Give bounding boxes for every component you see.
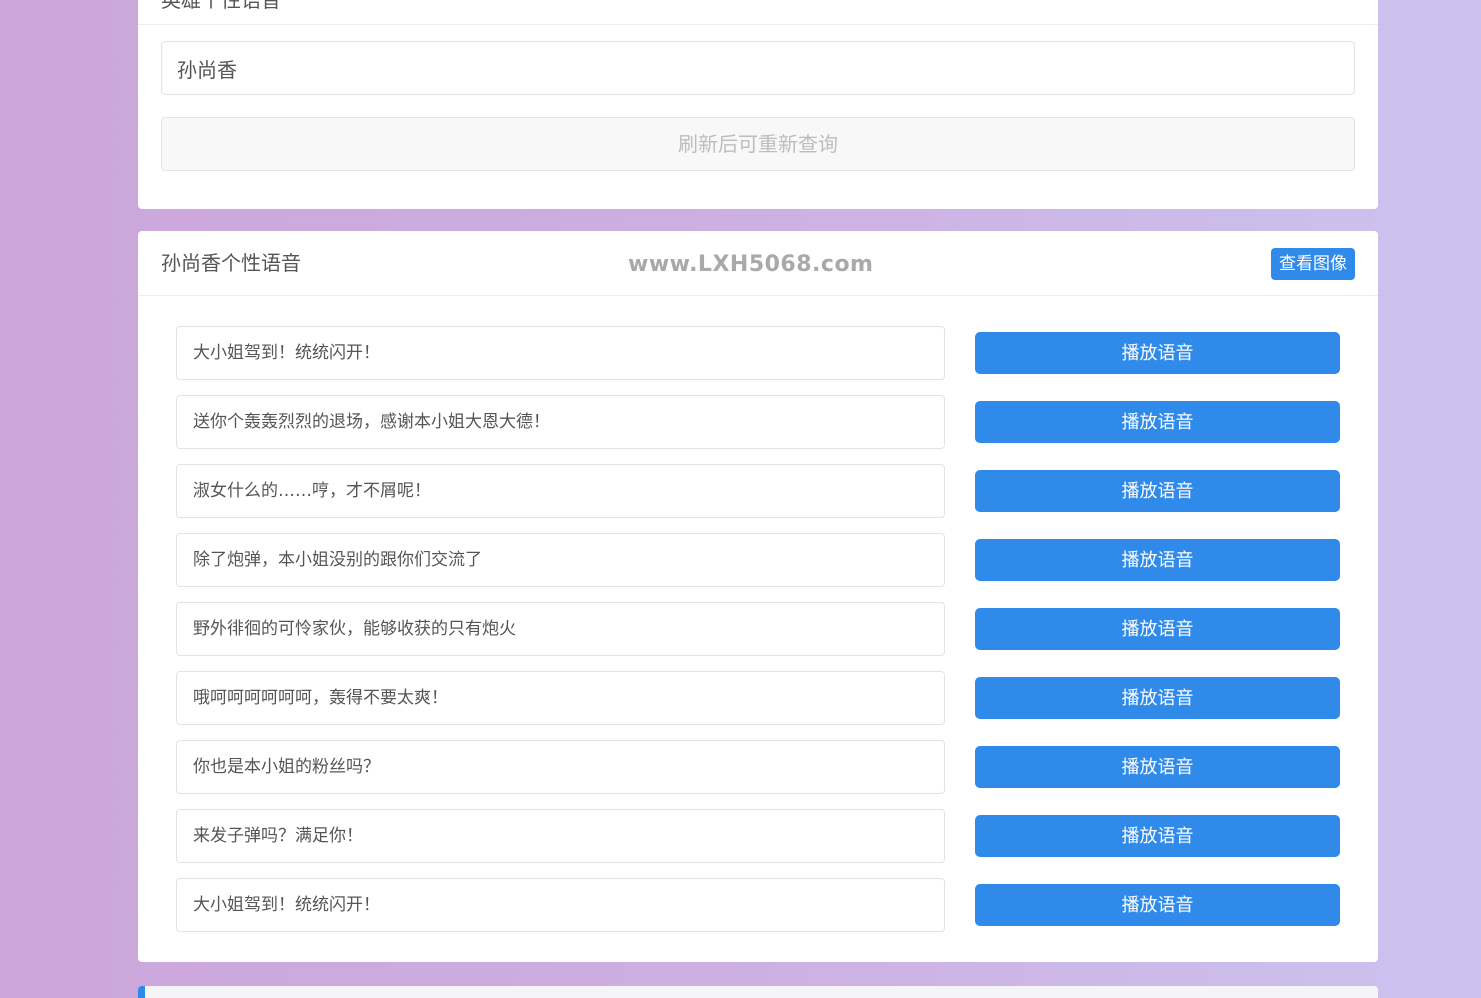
- voice-line-text: 来发子弹吗？满足你！: [176, 809, 945, 863]
- play-voice-button[interactable]: 播放语音: [975, 470, 1340, 512]
- refresh-query-button[interactable]: 刷新后可重新查询: [161, 117, 1355, 171]
- voice-row: 大小姐驾到！统统闪开！ 播放语音: [176, 326, 1340, 395]
- play-voice-button[interactable]: 播放语音: [975, 332, 1340, 374]
- play-voice-button[interactable]: 播放语音: [975, 815, 1340, 857]
- voice-row: 大小姐驾到！统统闪开！ 播放语音: [176, 878, 1340, 947]
- query-card-title: 英雄个性语音: [161, 0, 281, 12]
- voice-list: 大小姐驾到！统统闪开！ 播放语音 送你个轰轰烈烈的退场，感谢本小姐大恩大德！ 播放语音…: [176, 326, 1340, 947]
- voice-line-text: 淑女什么的……哼，才不屑呢！: [176, 464, 945, 518]
- hero-name-input[interactable]: [161, 41, 1355, 95]
- voice-line-text: 大小姐驾到！统统闪开！: [176, 326, 945, 380]
- voice-line-text: 大小姐驾到！统统闪开！: [176, 878, 945, 932]
- voice-row: 来发子弹吗？满足你！ 播放语音: [176, 809, 1340, 878]
- voice-line-text: 送你个轰轰烈烈的退场，感谢本小姐大恩大德！: [176, 395, 945, 449]
- voice-row: 你也是本小姐的粉丝吗？ 播放语音: [176, 740, 1340, 809]
- hero-query-card: 英雄个性语音 刷新后可重新查询: [138, 0, 1378, 209]
- voice-row: 除了炮弹，本小姐没别的跟你们交流了 播放语音: [176, 533, 1340, 602]
- voice-line-text: 你也是本小姐的粉丝吗？: [176, 740, 945, 794]
- view-image-button[interactable]: 查看图像: [1271, 248, 1355, 280]
- next-section-card: [138, 986, 1378, 998]
- site-watermark: www.LXH5068.com: [628, 252, 874, 277]
- voice-list-card: 孙尚香个性语音 www.LXH5068.com 查看图像 大小姐驾到！统统闪开！…: [138, 231, 1378, 962]
- voice-card-title: 孙尚香个性语音: [161, 251, 301, 275]
- play-voice-button[interactable]: 播放语音: [975, 539, 1340, 581]
- voice-row: 哦呵呵呵呵呵呵，轰得不要太爽！ 播放语音: [176, 671, 1340, 740]
- play-voice-button[interactable]: 播放语音: [975, 608, 1340, 650]
- play-voice-button[interactable]: 播放语音: [975, 884, 1340, 926]
- play-voice-button[interactable]: 播放语音: [975, 401, 1340, 443]
- voice-line-text: 哦呵呵呵呵呵呵，轰得不要太爽！: [176, 671, 945, 725]
- voice-line-text: 除了炮弹，本小姐没别的跟你们交流了: [176, 533, 945, 587]
- query-card-header: 英雄个性语音: [138, 0, 1378, 25]
- voice-row: 野外徘徊的可怜家伙，能够收获的只有炮火 播放语音: [176, 602, 1340, 671]
- voice-row: 淑女什么的……哼，才不屑呢！ 播放语音: [176, 464, 1340, 533]
- play-voice-button[interactable]: 播放语音: [975, 677, 1340, 719]
- voice-card-header: 孙尚香个性语音 www.LXH5068.com 查看图像: [138, 231, 1378, 296]
- voice-line-text: 野外徘徊的可怜家伙，能够收获的只有炮火: [176, 602, 945, 656]
- play-voice-button[interactable]: 播放语音: [975, 746, 1340, 788]
- voice-row: 送你个轰轰烈烈的退场，感谢本小姐大恩大德！ 播放语音: [176, 395, 1340, 464]
